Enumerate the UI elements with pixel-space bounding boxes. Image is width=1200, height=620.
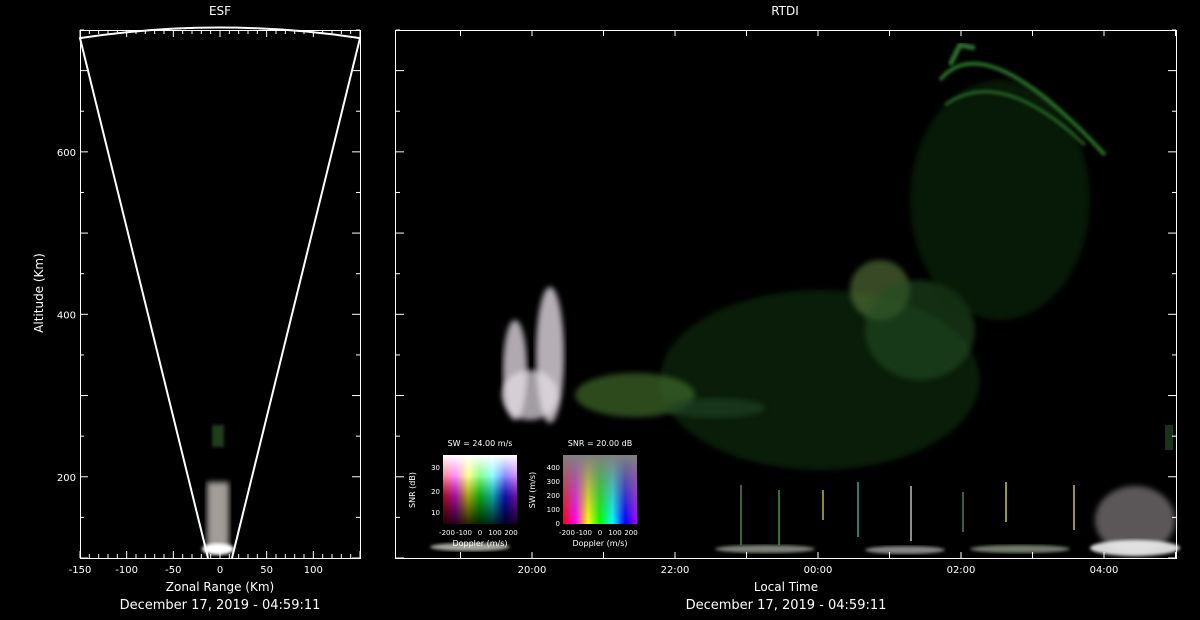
- snr-legend-ylabel: SW (m/s): [528, 472, 537, 508]
- esf-y-tick-label: 400: [57, 310, 76, 321]
- esf-x-tick-label: 50: [260, 565, 273, 576]
- sw-legend-title: SW = 24.00 m/s: [448, 439, 513, 448]
- chart-canvas: SW = 24.00 m/s SNR (dB) 30 20 10 -200 -1…: [57, 26, 1180, 576]
- rtdi-echo: [502, 370, 558, 420]
- snr-legend-ytick: 0: [556, 520, 560, 528]
- rtdi-echo: [865, 546, 945, 554]
- esf-x-tick-label: 100: [304, 565, 323, 576]
- rtdi-echo: [1005, 482, 1007, 522]
- esf-y-tick-label: 200: [57, 473, 76, 484]
- rtdi-echo: [857, 482, 859, 537]
- rtdi-echo: [1165, 425, 1173, 450]
- sw-legend-xtick: -100: [456, 529, 472, 537]
- esf-x-tick-label: -100: [115, 565, 138, 576]
- sw-legend: SW = 24.00 m/s SNR (dB) 30 20 10 -200 -1…: [408, 439, 518, 548]
- snr-legend: SNR = 20.00 dB SW (m/s) 400 300 200 100 …: [528, 439, 638, 548]
- snr-legend-xtick: 200: [624, 529, 637, 537]
- sw-legend-xtick: 0: [478, 529, 482, 537]
- rtdi-echo: [970, 545, 1070, 553]
- rtdi-echo: [778, 490, 780, 545]
- snr-legend-ytick: 100: [547, 506, 560, 514]
- rtdi-x-tick-label: 20:00: [518, 565, 547, 576]
- sw-legend-xtick: 200: [504, 529, 517, 537]
- sw-legend-xtick: -200: [439, 529, 455, 537]
- rtdi-echo: [822, 490, 824, 520]
- snr-legend-grey: [563, 455, 637, 524]
- sw-legend-shade: [443, 455, 517, 524]
- rtdi-x-tick-label: 04:00: [1090, 565, 1119, 576]
- rtdi-x-tick-label: 02:00: [947, 565, 976, 576]
- sw-legend-ytick: 30: [431, 464, 440, 472]
- rtdi-echo: [910, 80, 1090, 320]
- snr-legend-xtick: 100: [608, 529, 621, 537]
- sw-legend-ytick: 20: [431, 488, 440, 496]
- rtdi-echo: [1073, 485, 1075, 530]
- snr-legend-xtick: 0: [598, 529, 602, 537]
- esf-echo: [207, 482, 229, 547]
- esf-x-tick-label: 0: [217, 565, 223, 576]
- sw-legend-xlabel: Doppler (m/s): [452, 539, 507, 548]
- esf-x-tick-label: -50: [165, 565, 181, 576]
- rtdi-echo: [962, 492, 964, 532]
- rtdi-x-tick-label: 22:00: [661, 565, 690, 576]
- esf-y-tick-label: 600: [57, 148, 76, 159]
- sw-legend-ylabel: SNR (dB): [408, 472, 417, 508]
- snr-legend-title: SNR = 20.00 dB: [568, 439, 632, 448]
- snr-legend-ytick: 400: [547, 464, 560, 472]
- rtdi-echo: [715, 545, 815, 553]
- rtdi-x-tick-label: 00:00: [804, 565, 833, 576]
- esf-echo: [212, 425, 224, 447]
- rtdi-echo: [740, 485, 742, 545]
- esf-x-tick-label: -150: [69, 565, 92, 576]
- esf-radar-sector: [78, 26, 362, 559]
- rtdi-echo: [665, 398, 765, 418]
- sw-legend-xtick: 100: [488, 529, 501, 537]
- snr-legend-xtick: -100: [576, 529, 592, 537]
- sw-legend-ytick: 10: [431, 509, 440, 517]
- rtdi-echoes: [430, 42, 1180, 556]
- snr-legend-xlabel: Doppler (m/s): [572, 539, 627, 548]
- snr-legend-xtick: -200: [559, 529, 575, 537]
- rtdi-echo: [910, 486, 912, 541]
- esf-echoes: [202, 425, 234, 555]
- snr-legend-ytick: 200: [547, 492, 560, 500]
- snr-legend-ytick: 300: [547, 478, 560, 486]
